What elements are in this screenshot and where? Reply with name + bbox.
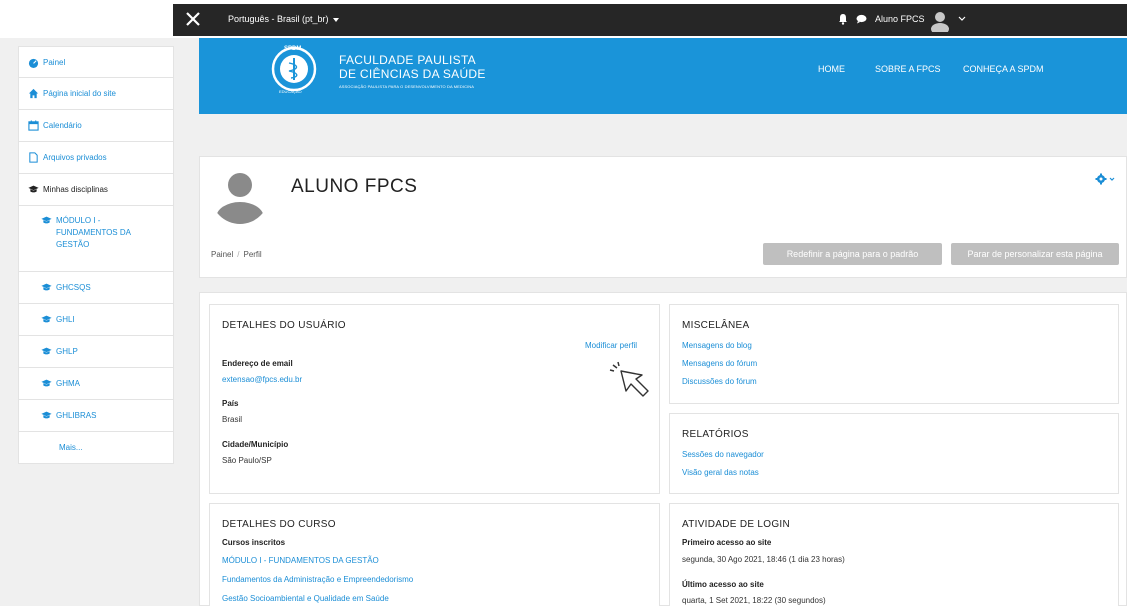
city-label: Cidade/Município [222,440,289,449]
caret-down-icon [332,17,339,22]
graduation-cap-icon [41,379,52,387]
gear-icon[interactable] [1095,173,1119,185]
sidebar-item-label: GHLI [56,315,75,324]
brand-line-3: ASSOCIAÇÃO PAULISTA PARA O DESENVOLVIMEN… [339,84,475,89]
course-details-card: DETALHES DO CURSO Cursos inscritos MÓDUL… [209,503,660,606]
grades-overview-link[interactable]: Visão geral das notas [682,468,759,477]
pointer-cursor-icon [609,361,649,397]
city-value: São Paulo/SP [222,456,272,465]
sidebar-item-label: Mais... [59,443,83,452]
brand-line-1: FACULDADE PAULISTA [339,53,476,67]
sidebar-item-painel[interactable]: Painel [18,46,174,78]
blog-messages-link[interactable]: Mensagens do blog [682,341,752,350]
card-title: DETALHES DO CURSO [222,519,336,530]
course-link[interactable]: Fundamentos da Administração e Empreende… [222,575,413,584]
graduation-cap-icon [41,347,52,355]
breadcrumb: Painel / Perfil [211,250,262,259]
user-details-card: DETALHES DO USUÁRIO Modificar perfil End… [209,304,660,494]
email-link[interactable]: extensao@fpcs.edu.br [222,375,302,384]
sidebar-item-label: MÓDULO I - FUNDAMENTOS DA GESTÃO [56,216,131,249]
first-access-value: segunda, 30 Ago 2021, 18:46 (1 dia 23 ho… [682,555,845,564]
logo-top-text: SPDM [284,46,302,52]
forum-messages-link[interactable]: Mensagens do fórum [682,359,757,368]
sidebar-item-ghma[interactable]: GHMA [18,368,174,400]
country-value: Brasil [222,415,243,424]
bell-icon[interactable] [838,13,848,25]
logo-bottom-text: EDUCAÇÃO [279,89,302,94]
sidebar-item-home[interactable]: Página inicial do site [18,78,174,110]
graduation-cap-icon [41,315,52,323]
edit-profile-link[interactable]: Modificar perfil [585,341,637,350]
nav-home[interactable]: HOME [818,64,845,74]
sidebar-item-modulo-i[interactable]: MÓDULO I - FUNDAMENTOS DA GESTÃO [18,206,174,272]
first-access-label: Primeiro acesso ao site [682,538,772,547]
card-title: RELATÓRIOS [682,429,749,440]
user-menu-name[interactable]: Aluno FPCS [875,14,925,24]
stop-customizing-button[interactable]: Parar de personalizar esta página [951,243,1119,265]
card-title: MISCELÂNEA [682,320,750,331]
sidebar-item-ghcsqs[interactable]: GHCSQS [18,272,174,304]
browser-sessions-link[interactable]: Sessões do navegador [682,450,764,459]
calendar-icon [28,120,39,131]
reports-card: RELATÓRIOS Sessões do navegador Visão ge… [669,413,1119,494]
breadcrumb-perfil: Perfil [243,250,262,259]
nav-sobre[interactable]: SOBRE A FPCS [875,64,941,74]
file-icon [29,152,38,163]
profile-header: ALUNO FPCS Painel / Perfil Redefinir a pág… [199,156,1127,278]
brand-line-2: DE CIÊNCIAS DA SAÚDE [339,67,486,81]
sidebar-item-label: GHLP [56,347,78,356]
breadcrumb-separator: / [237,250,240,259]
graduation-cap-icon [28,185,39,193]
card-title: DETALHES DO USUÁRIO [222,320,346,331]
breadcrumb-painel[interactable]: Painel [211,250,233,259]
card-title: ATIVIDADE DE LOGIN [682,519,791,530]
sidebar-item-ghli[interactable]: GHLI [18,304,174,336]
sidebar-item-label: GHLIBRAS [56,411,97,420]
graduation-cap-icon [41,216,52,224]
course-link[interactable]: Gestão Socioambiental e Qualidade em Saú… [222,594,389,603]
sidebar-item-label: Arquivos privados [43,153,107,162]
sidebar-item-label: GHCSQS [56,283,91,292]
dashboard-icon [28,58,39,68]
page-title: ALUNO FPCS [291,176,418,197]
misc-card: MISCELÂNEA Mensagens do blog Mensagens d… [669,304,1119,404]
sidebar-item-label: GHMA [56,379,80,388]
logo-icon[interactable] [271,46,317,92]
forum-discussions-link[interactable]: Discussões do fórum [682,377,757,386]
graduation-cap-icon [41,411,52,419]
last-access-value: quarta, 1 Set 2021, 18:22 (30 segundos) [682,596,826,605]
course-link[interactable]: MÓDULO I - FUNDAMENTOS DA GESTÃO [222,556,379,565]
sidebar-item-more[interactable]: Mais... [18,432,174,464]
nav-conheca[interactable]: CONHEÇA A SPDM [963,64,1044,74]
enrolled-courses-label: Cursos inscritos [222,538,286,547]
sidebar-item-ghlibras[interactable]: GHLIBRAS [18,400,174,432]
email-label: Endereço de email [222,359,293,368]
reset-page-button[interactable]: Redefinir a página para o padrão [763,243,942,265]
last-access-label: Último acesso ao site [682,580,764,589]
sidebar-item-my-courses[interactable]: Minhas disciplinas [18,174,174,206]
profile-avatar [211,166,269,224]
sidebar-item-calendar[interactable]: Calendário [18,110,174,142]
avatar-icon[interactable] [929,10,951,32]
sidebar-item-private-files[interactable]: Arquivos privados [18,142,174,174]
sidebar-nav: Painel Página inicial do site Calendário… [18,46,174,464]
site-header-banner: SPDM EDUCAÇÃO FACULDADE PAULISTA DE CIÊN… [199,38,1127,114]
sidebar-item-label: Painel [43,57,66,67]
sidebar-item-label: Página inicial do site [43,89,116,98]
home-icon [28,88,39,99]
login-activity-card: ATIVIDADE DE LOGIN Primeiro acesso ao si… [669,503,1119,606]
language-label: Português - Brasil (pt_br) [228,14,329,24]
graduation-cap-icon [41,283,52,291]
chevron-down-icon[interactable] [958,16,966,22]
sidebar-item-label: Calendário [43,121,82,130]
language-selector[interactable]: Português - Brasil (pt_br) [228,14,339,24]
top-bar: Português - Brasil (pt_br) Aluno FPCS [0,0,1127,38]
navbar: Português - Brasil (pt_br) Aluno FPCS [173,4,1127,36]
chat-icon[interactable] [856,14,867,24]
close-icon[interactable] [182,8,204,30]
sidebar-item-ghlp[interactable]: GHLP [18,336,174,368]
sidebar-item-label: Minhas disciplinas [43,185,108,194]
country-label: País [222,399,239,408]
